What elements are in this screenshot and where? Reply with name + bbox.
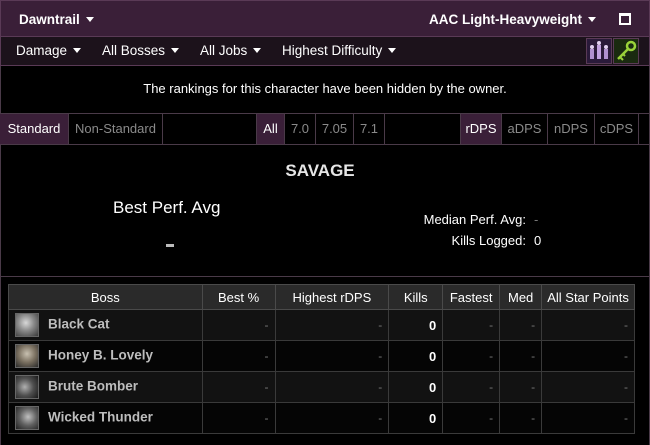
boss-avatar (15, 313, 39, 337)
all-star-cell: - (541, 371, 635, 403)
caret-down-icon (253, 48, 262, 53)
key-icon[interactable] (613, 38, 639, 64)
kills-cell: 0 (388, 402, 444, 434)
tab-patch-7-0[interactable]: 7.0 (285, 114, 316, 144)
difficulty-dropdown[interactable]: Highest Difficulty (282, 43, 397, 58)
fastest-cell: - (442, 371, 501, 403)
fastest-cell: - (442, 402, 501, 434)
kills-cell: 0 (388, 371, 444, 403)
column-header-highest-rdps[interactable]: Highest rDPS (274, 284, 390, 310)
bosses-label: All Bosses (102, 43, 166, 58)
tab-bar: Standard Non-Standard All 7.0 7.05 7.1 r… (0, 113, 650, 145)
best-percent-cell: - (201, 402, 276, 434)
best-percent-cell: - (201, 371, 276, 403)
boss-cell[interactable]: Brute Bomber (8, 371, 203, 403)
metric-dropdown[interactable]: Damage (16, 43, 82, 58)
boss-name: Wicked Thunder (48, 409, 153, 425)
table-row[interactable]: Black Cat - - 0 - - - (8, 309, 635, 341)
caret-down-icon (85, 17, 94, 22)
table-header-row: Boss Best % Highest rDPS Kills Fastest M… (8, 284, 635, 310)
hidden-rankings-message: The rankings for this character have bee… (143, 81, 507, 96)
tab-standard[interactable]: Standard (0, 114, 69, 144)
divider (0, 276, 650, 277)
median-perf-value: - (534, 212, 539, 227)
column-header-best-percent[interactable]: Best % (201, 284, 276, 310)
highest-rdps-cell: - (274, 371, 390, 403)
column-header-median[interactable]: Med (499, 284, 543, 310)
best-percent-cell: - (201, 309, 276, 341)
median-cell: - (499, 340, 543, 372)
expansion-dropdown[interactable]: Dawntrail (19, 12, 94, 27)
maximize-icon[interactable] (619, 13, 631, 25)
highest-rdps-cell: - (274, 309, 390, 341)
caret-down-icon (588, 17, 596, 22)
best-percent-cell: - (201, 340, 276, 372)
median-cell: - (499, 402, 543, 434)
all-star-cell: - (541, 309, 635, 341)
boss-name: Brute Bomber (48, 378, 139, 394)
tab-adps[interactable]: aDPS (502, 114, 548, 144)
kills-logged-value: 0 (534, 233, 542, 248)
zone-dropdown[interactable]: AAC Light-Heavyweight (429, 12, 596, 27)
bosses-dropdown[interactable]: All Bosses (102, 43, 180, 58)
table-row[interactable]: Honey B. Lovely - - 0 - - - (8, 340, 635, 372)
tab-ndps[interactable]: nDPS (548, 114, 595, 144)
tab-non-standard[interactable]: Non-Standard (69, 114, 163, 144)
top-bar: Dawntrail AAC Light-Heavyweight (0, 0, 650, 36)
best-perf-value (166, 244, 174, 247)
jobs-dropdown[interactable]: All Jobs (200, 43, 262, 58)
fastest-cell: - (442, 340, 501, 372)
caret-down-icon (171, 48, 180, 53)
tab-patch-7-05[interactable]: 7.05 (316, 114, 354, 144)
kills-cell: 0 (388, 309, 444, 341)
filter-bar: Damage All Bosses All Jobs Highest Diffi… (0, 36, 650, 66)
zone-label: AAC Light-Heavyweight (428, 12, 582, 27)
column-header-all-star-points[interactable]: All Star Points (541, 284, 635, 310)
fastest-cell: - (442, 309, 501, 341)
kills-logged-label: Kills Logged: (451, 233, 526, 248)
expansion-label: Dawntrail (19, 12, 80, 27)
median-perf-label: Median Perf. Avg: (423, 212, 526, 227)
highest-rdps-cell: - (274, 402, 390, 434)
all-star-cell: - (541, 340, 635, 372)
crowns-icon[interactable] (586, 38, 612, 64)
boss-rankings-table: Boss Best % Highest rDPS Kills Fastest M… (8, 284, 635, 434)
tab-cdps[interactable]: cDPS (595, 114, 639, 144)
table-row[interactable]: Wicked Thunder - - 0 - - - (8, 402, 635, 434)
tab-rdps[interactable]: rDPS (460, 114, 502, 144)
boss-cell[interactable]: Honey B. Lovely (8, 340, 203, 372)
jobs-label: All Jobs (200, 43, 248, 58)
column-header-fastest[interactable]: Fastest (442, 284, 501, 310)
difficulty-label: Highest Difficulty (282, 43, 383, 58)
median-cell: - (499, 371, 543, 403)
boss-cell[interactable]: Black Cat (8, 309, 203, 341)
boss-name: Black Cat (48, 316, 110, 332)
table-row[interactable]: Brute Bomber - - 0 - - - (8, 371, 635, 403)
boss-cell[interactable]: Wicked Thunder (8, 402, 203, 434)
column-header-boss[interactable]: Boss (8, 284, 203, 310)
tab-patch-7-1[interactable]: 7.1 (354, 114, 385, 144)
tab-all-patches[interactable]: All (256, 114, 285, 144)
boss-name: Honey B. Lovely (48, 347, 154, 363)
caret-down-icon (388, 48, 397, 53)
column-header-kills[interactable]: Kills (388, 284, 444, 310)
kills-cell: 0 (388, 340, 444, 372)
median-cell: - (499, 309, 543, 341)
boss-avatar (15, 344, 39, 368)
boss-avatar (15, 406, 39, 430)
boss-avatar (15, 375, 39, 399)
caret-down-icon (73, 48, 82, 53)
difficulty-title: SAVAGE (285, 161, 355, 180)
metric-label: Damage (16, 43, 68, 58)
best-perf-label: Best Perf. Avg (113, 198, 221, 217)
highest-rdps-cell: - (274, 340, 390, 372)
all-star-cell: - (541, 402, 635, 434)
